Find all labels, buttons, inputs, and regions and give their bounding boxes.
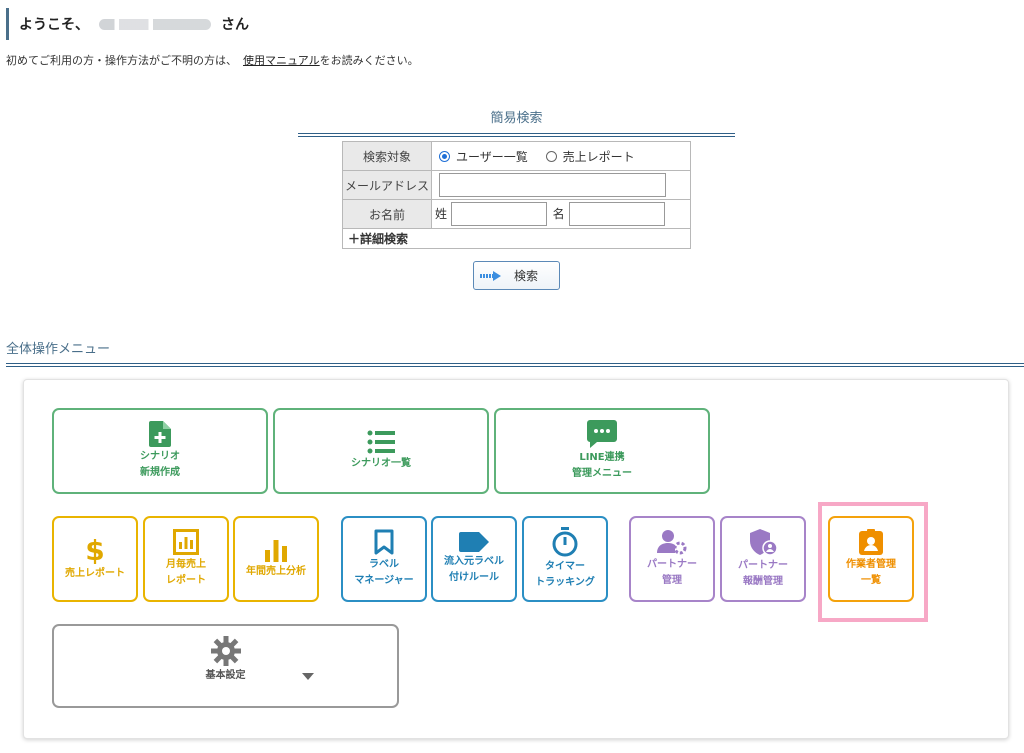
search-button-label: 検索 <box>514 269 539 283</box>
tile-sales-report[interactable]: $ 売上レポート <box>52 516 138 602</box>
tile-label-1: パートナー <box>738 560 788 571</box>
search-button[interactable]: 検索 <box>473 261 560 290</box>
blurred-username <box>99 18 211 30</box>
tile-label-2: マネージャー <box>354 575 414 586</box>
tile-label-2: レポート <box>166 575 206 586</box>
tile-label-1: 月毎売上 <box>166 559 206 570</box>
shield-user-icon <box>750 529 777 556</box>
user-gear-icon <box>657 530 687 555</box>
tile-scenario-new[interactable]: シナリオ 新規作成 <box>52 408 268 494</box>
email-field[interactable] <box>439 173 666 197</box>
bar-chart-icon <box>265 540 287 562</box>
radio-sales-report[interactable]: 売上レポート <box>545 148 635 165</box>
tile-label-1: 流入元ラベル <box>444 556 504 567</box>
menu-title: 全体操作メニュー <box>6 338 1024 367</box>
welcome-heading: ようこそ、 さん <box>6 8 249 40</box>
email-label: メールアドレス <box>342 170 432 200</box>
radio-user-list-label: ユーザー一覧 <box>456 149 528 164</box>
tag-icon <box>459 532 489 552</box>
tile-monthly-sales[interactable]: 月毎売上 レポート <box>143 516 229 602</box>
search-target-label: 検索対象 <box>342 141 432 171</box>
last-name-label: 姓 <box>435 207 448 221</box>
tile-partner-reward[interactable]: パートナー 報酬管理 <box>720 516 806 602</box>
radio-dot[interactable] <box>545 150 557 162</box>
search-form-table: 検索対象 ユーザー一覧 売上レポート メールアドレス お名前 姓 名 ＋詳細検索 <box>342 141 691 249</box>
intro-end: をお読みください。 <box>319 54 419 67</box>
tile-label-2: 管理メニュー <box>572 468 632 479</box>
stopwatch-icon <box>552 527 578 557</box>
manual-link[interactable]: 使用マニュアル <box>243 54 320 67</box>
radio-sales-report-label: 売上レポート <box>562 149 635 164</box>
tile-label-1: LINE連携 <box>579 452 625 463</box>
gear-icon <box>210 636 241 666</box>
tile-label-1: 売上レポート <box>65 568 125 579</box>
tile-inflow-label[interactable]: 流入元ラベル 付けルール <box>431 516 517 602</box>
tile-label-1: タイマー <box>545 561 585 572</box>
tile-basic-settings[interactable]: 基本設定 <box>52 624 399 708</box>
tile-label-1: 年間売上分析 <box>246 566 306 577</box>
chat-bubble-icon <box>587 420 617 448</box>
tile-label-2: 新規作成 <box>140 467 180 478</box>
simple-search-title: 簡易検索 <box>298 107 735 137</box>
welcome-suffix: さん <box>221 17 249 33</box>
name-label: お名前 <box>342 199 432 229</box>
first-name-label: 名 <box>552 207 565 221</box>
tile-label-1: ラベル <box>369 559 399 570</box>
arrow-right-icon <box>480 270 502 281</box>
tile-label-2: 付けルール <box>449 572 499 583</box>
radio-user-list[interactable]: ユーザー一覧 <box>439 148 528 165</box>
tile-timer-tracking[interactable]: タイマー トラッキング <box>522 516 608 602</box>
tile-label-manager[interactable]: ラベル マネージャー <box>341 516 427 602</box>
bookmark-icon <box>374 529 394 555</box>
highlight-frame <box>818 502 928 622</box>
bar-chart-box-icon <box>173 529 199 555</box>
intro-sentence: 初めてご利用の方・操作方法がご不明の方は、 <box>6 54 237 67</box>
file-plus-icon <box>149 421 171 447</box>
tile-line[interactable]: LINE連携 管理メニュー <box>494 408 710 494</box>
tile-label-1: シナリオ一覧 <box>351 458 411 469</box>
tile-partner-manage[interactable]: パートナー 管理 <box>629 516 715 602</box>
svg-text:$: $ <box>86 536 104 564</box>
tile-label-1: 基本設定 <box>205 670 246 681</box>
first-name-field[interactable] <box>568 202 665 226</box>
last-name-field[interactable] <box>450 202 547 226</box>
tile-label-1: シナリオ <box>140 451 180 462</box>
chevron-down-icon[interactable] <box>302 673 314 680</box>
radio-dot-selected[interactable] <box>439 150 450 162</box>
list-icon <box>367 430 395 454</box>
tile-label-2: 報酬管理 <box>743 576 783 587</box>
tile-label-1: パートナー <box>647 559 697 570</box>
welcome-prefix: ようこそ、 <box>19 17 89 33</box>
tile-scenario-list[interactable]: シナリオ一覧 <box>273 408 489 494</box>
intro-text: 初めてご利用の方・操作方法がご不明の方は、 使用マニュアルをお読みください。 <box>6 52 419 68</box>
tile-label-2: 管理 <box>662 575 682 586</box>
tile-label-2: トラッキング <box>535 577 595 588</box>
tile-annual-sales[interactable]: 年間売上分析 <box>233 516 319 602</box>
detail-search-link[interactable]: ＋詳細検索 <box>342 228 691 249</box>
dollar-icon: $ <box>86 536 104 564</box>
